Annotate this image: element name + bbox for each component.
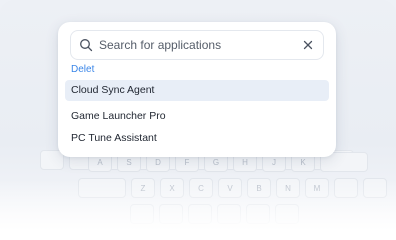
result-item-game-launcher-pro[interactable]: Game Launcher Pro bbox=[65, 106, 329, 127]
result-item-pc-tune-assistant[interactable]: PC Tune Assistant bbox=[65, 128, 329, 149]
query-text: Delet bbox=[71, 64, 95, 75]
search-box bbox=[70, 30, 324, 60]
result-item-cloud-sync-agent[interactable]: Cloud Sync Agent bbox=[65, 80, 329, 101]
result-label: Game Launcher Pro bbox=[71, 110, 166, 122]
search-icon bbox=[80, 39, 93, 52]
search-input[interactable] bbox=[99, 31, 299, 59]
result-label: Cloud Sync Agent bbox=[71, 84, 155, 96]
close-icon[interactable] bbox=[302, 39, 314, 51]
app-search-popup: Delet Cloud Sync Agent Game Launcher Pro… bbox=[58, 22, 336, 157]
bottom-fade bbox=[0, 180, 396, 240]
result-label: PC Tune Assistant bbox=[71, 132, 157, 144]
